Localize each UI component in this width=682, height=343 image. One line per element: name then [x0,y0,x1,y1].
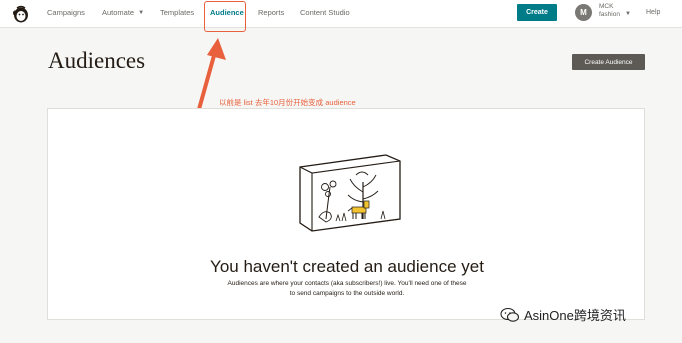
help-link[interactable]: Help [646,9,660,16]
chevron-down-icon: ▼ [138,10,145,16]
account-name-line2: fashion [599,11,620,18]
empty-state-card: You haven't created an audience yet Audi… [47,108,645,320]
nav-item-reports[interactable]: Reports [258,8,284,17]
nav-item-content-studio[interactable]: Content Studio [300,8,350,17]
nav-item-campaigns[interactable]: Campaigns [47,8,85,17]
account-chevron-down-icon[interactable]: ▼ [625,11,631,17]
audience-highlight-box [204,1,246,32]
watermark-text: AsinOne跨境资讯 [524,308,626,323]
nav-item-templates[interactable]: Templates [160,8,194,17]
watermark: AsinOne跨境资讯 [500,305,626,324]
empty-state-illustration-icon [299,154,401,232]
page-title: Audiences [48,48,146,73]
create-audience-button[interactable]: Create Audience [572,54,645,70]
wechat-icon [500,307,520,322]
create-button[interactable]: Create [517,4,557,21]
account-name-line1: MCK [599,3,614,10]
account-menu[interactable]: MCK fashion [599,3,620,19]
nav-item-automate-label: Automate [102,8,135,17]
avatar[interactable]: M [575,4,592,21]
empty-state-description: Audiences are where your contacts (aka s… [48,279,646,299]
top-nav: Campaigns Automate ▼ Templates Audience R… [0,0,682,28]
mailchimp-logo-icon[interactable] [11,4,31,24]
empty-state-title: You haven't created an audience yet [210,257,484,276]
empty-state-description-line1: Audiences are where your contacts (aka s… [227,280,467,287]
empty-state-description-line2: to send campaigns to the outside world. [289,290,405,297]
annotation-text: 以前是 list 去年10月份开始变成 audience [219,98,356,107]
nav-item-automate[interactable]: Automate ▼ [102,8,144,17]
